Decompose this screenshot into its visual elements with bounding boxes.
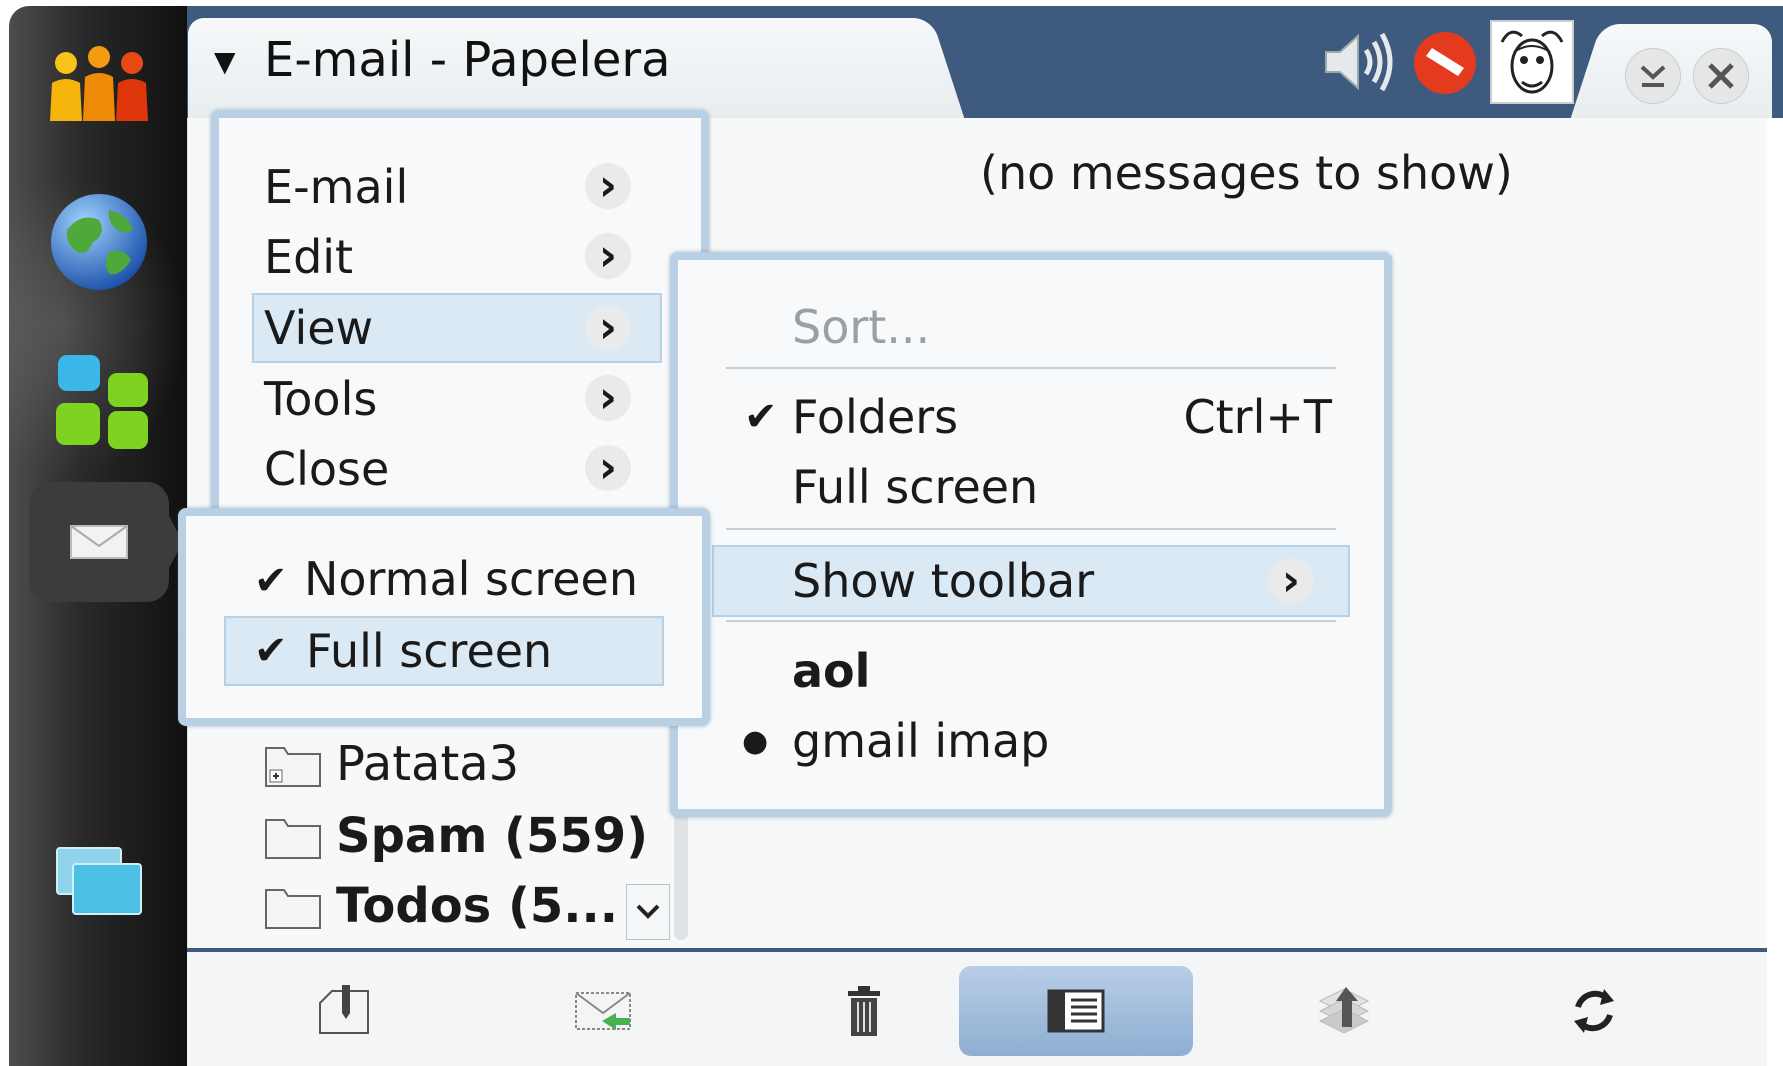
folder-item[interactable]: Patata3 bbox=[264, 734, 519, 794]
scroll-down-button[interactable] bbox=[626, 884, 670, 940]
menu-item-label: E-mail bbox=[264, 160, 409, 214]
task-navigator bbox=[9, 6, 187, 1066]
refresh-button[interactable] bbox=[1477, 966, 1711, 1056]
menu-item-label: Close bbox=[264, 442, 390, 496]
submenu-arrow-icon: › bbox=[585, 375, 631, 421]
minimize-button[interactable] bbox=[1625, 48, 1681, 104]
minimize-icon bbox=[1640, 65, 1666, 87]
screen: ▼ E-mail - Papelera (no messages to show… bbox=[0, 0, 1783, 1066]
window-title[interactable]: E-mail - Papelera bbox=[264, 32, 671, 88]
menu-item-tools[interactable]: Tools bbox=[264, 372, 377, 426]
checkmark-icon: ✔ bbox=[254, 628, 288, 674]
globe-icon bbox=[51, 194, 147, 290]
avatar[interactable] bbox=[1490, 20, 1574, 104]
menu-item-label: Show toolbar bbox=[792, 554, 1095, 608]
chevron-right-icon: › bbox=[1281, 555, 1301, 606]
contacts-icon bbox=[50, 46, 148, 121]
bottom-toolbar bbox=[187, 948, 1767, 1066]
contacts-task-button[interactable] bbox=[29, 26, 169, 146]
menu-item-label: Normal screen bbox=[304, 552, 638, 606]
volume-icon[interactable] bbox=[1322, 28, 1394, 96]
checkmark-icon: ✔ bbox=[744, 394, 778, 440]
window-menu-caret[interactable]: ▼ bbox=[214, 45, 236, 78]
folder-item[interactable]: Spam (559) bbox=[264, 806, 648, 866]
envelope-icon bbox=[70, 525, 128, 559]
folder-item[interactable]: Todos (5... bbox=[264, 876, 618, 936]
submenu-arrow-icon: › bbox=[585, 163, 631, 209]
menu-item-toolbar-full-screen[interactable]: Full screen bbox=[224, 616, 664, 686]
delete-icon bbox=[848, 986, 880, 1036]
menu-item-folders[interactable]: Folders Ctrl+T bbox=[792, 390, 1332, 444]
chevron-right-icon: › bbox=[598, 230, 618, 281]
menu-separator bbox=[726, 528, 1336, 530]
shortcut-label: Ctrl+T bbox=[1183, 390, 1333, 444]
menu-item-label: Full screen bbox=[306, 624, 553, 678]
chevron-down-icon bbox=[636, 904, 660, 919]
delete-button[interactable] bbox=[747, 966, 981, 1056]
menu-item-label: Tools bbox=[264, 372, 378, 426]
apps-icon bbox=[56, 355, 148, 449]
menu-separator bbox=[726, 620, 1336, 622]
menu-item-email[interactable]: E-mail bbox=[264, 160, 408, 214]
presence-offline-icon[interactable] bbox=[1412, 30, 1478, 96]
menu-item-label: View bbox=[264, 301, 374, 355]
folder-label: Spam (559) bbox=[336, 808, 649, 864]
menu-item-sort: Sort... bbox=[792, 300, 930, 354]
new-message-icon bbox=[319, 985, 369, 1034]
close-button[interactable] bbox=[1693, 48, 1749, 104]
move-to-button[interactable] bbox=[1227, 966, 1461, 1056]
email-task-button[interactable] bbox=[29, 482, 183, 602]
apps-task-button[interactable] bbox=[29, 342, 169, 462]
menu-item-close[interactable]: Close bbox=[264, 442, 389, 496]
menu-item-label: Folders bbox=[792, 390, 959, 444]
menu-item-label: Sort... bbox=[792, 300, 931, 354]
windows-icon bbox=[56, 847, 142, 915]
move-to-icon bbox=[1318, 987, 1370, 1034]
menu-item-label: Full screen bbox=[792, 460, 1039, 514]
folder-label: Todos (5... bbox=[336, 878, 618, 934]
send-receive-icon bbox=[575, 992, 631, 1030]
radio-bullet-icon: ● bbox=[742, 724, 769, 759]
menu-item-show-toolbar[interactable]: Show toolbar bbox=[712, 545, 1350, 617]
chevron-right-icon: › bbox=[598, 442, 618, 493]
empty-list-text: (no messages to show) bbox=[980, 146, 1513, 200]
menu-separator bbox=[726, 367, 1336, 369]
menu-item-account[interactable]: gmail imap bbox=[792, 714, 1049, 768]
submenu-arrow-icon: › bbox=[585, 305, 631, 351]
send-receive-button[interactable] bbox=[487, 966, 721, 1056]
chevron-right-icon: › bbox=[598, 160, 618, 211]
submenu-arrow-icon: › bbox=[585, 233, 631, 279]
menu-item-label: Edit bbox=[264, 230, 354, 284]
menu-item-label: gmail imap bbox=[792, 714, 1050, 768]
folder-icon bbox=[265, 889, 321, 929]
task-switcher-button[interactable] bbox=[29, 822, 169, 942]
folder-label: Patata3 bbox=[336, 736, 520, 792]
chevron-right-icon: › bbox=[598, 302, 618, 353]
folder-view-button[interactable] bbox=[959, 966, 1193, 1056]
close-icon bbox=[1708, 63, 1734, 89]
submenu-arrow-icon: › bbox=[1268, 558, 1314, 604]
menu-item-label: aol bbox=[792, 644, 871, 698]
checkmark-icon: ✔ bbox=[254, 558, 288, 604]
menu-item-edit[interactable]: Edit bbox=[264, 230, 353, 284]
menu-item-full-screen[interactable]: Full screen bbox=[792, 460, 1038, 514]
folder-collapsed-icon bbox=[265, 747, 321, 787]
folder-icon bbox=[265, 819, 321, 859]
web-task-button[interactable] bbox=[29, 182, 169, 302]
account-group-header: aol bbox=[792, 644, 870, 698]
menu-item-normal-screen[interactable]: Normal screen bbox=[304, 552, 638, 606]
submenu-arrow-icon: › bbox=[585, 445, 631, 491]
gnu-avatar-icon bbox=[1500, 30, 1564, 94]
folder-view-icon bbox=[1047, 989, 1105, 1033]
new-message-button[interactable] bbox=[227, 966, 461, 1056]
chevron-right-icon: › bbox=[598, 372, 618, 423]
refresh-icon bbox=[1574, 989, 1614, 1033]
